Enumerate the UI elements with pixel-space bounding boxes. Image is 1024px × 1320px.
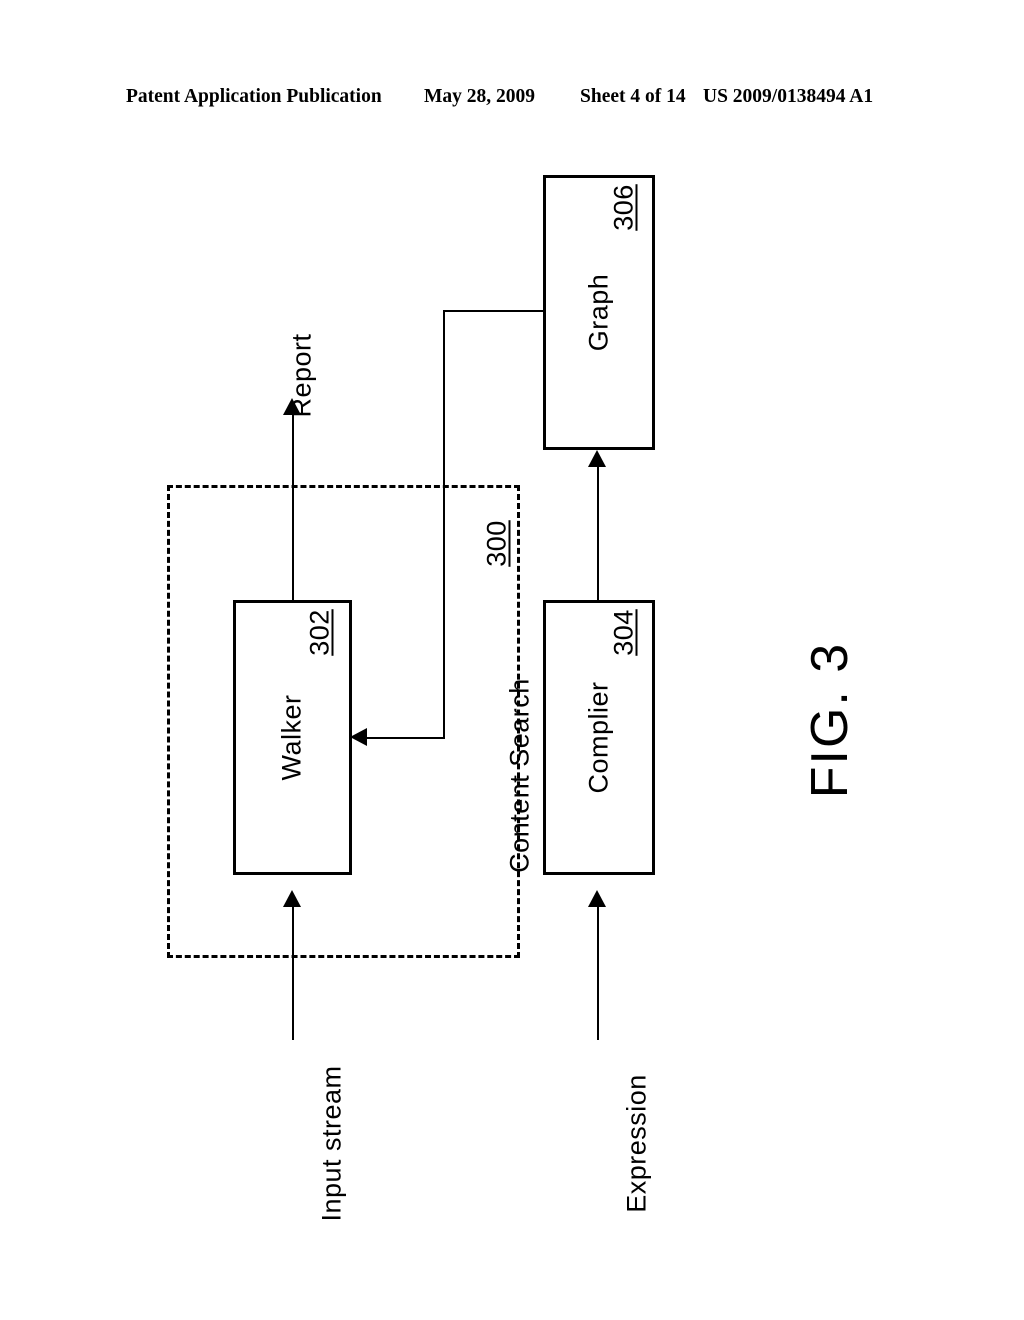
arrowhead-input-stream (283, 890, 301, 907)
flow-label-input-stream: Input stream (316, 1065, 347, 1222)
block-graph-label: Graph (583, 273, 614, 352)
block-complier-ref: 304 (608, 609, 639, 656)
flow-label-report: Report (286, 333, 317, 418)
connector-input-stream-to-walker (292, 905, 294, 1040)
connector-graph-to-walker-segment-vertical (443, 310, 445, 737)
figure-caption: FIG. 3 (801, 641, 859, 799)
block-walker-label: Walker (276, 694, 307, 781)
content-search-group-ref: 300 (481, 520, 512, 567)
connector-walker-to-report (292, 413, 294, 601)
block-walker-ref: 302 (304, 609, 335, 656)
block-complier-label: Complier (583, 681, 614, 794)
content-search-group-label: Content Search (504, 678, 535, 873)
arrowhead-expression (588, 890, 606, 907)
connector-complier-to-graph (597, 465, 599, 600)
connector-graph-to-walker-segment-top (443, 310, 545, 312)
block-graph-ref: 306 (608, 184, 639, 231)
flow-label-expression: Expression (621, 1074, 652, 1213)
arrowhead-complier-to-graph (588, 450, 606, 467)
connector-expression-to-complier (597, 905, 599, 1040)
connector-graph-to-walker-segment-bottom (367, 737, 445, 739)
arrowhead-graph-to-walker (350, 728, 367, 746)
patent-page: Patent Application Publication May 28, 2… (0, 0, 1024, 1320)
figure-3-diagram: Content Search 300 Graph 306 Walker 302 … (0, 0, 1024, 1320)
